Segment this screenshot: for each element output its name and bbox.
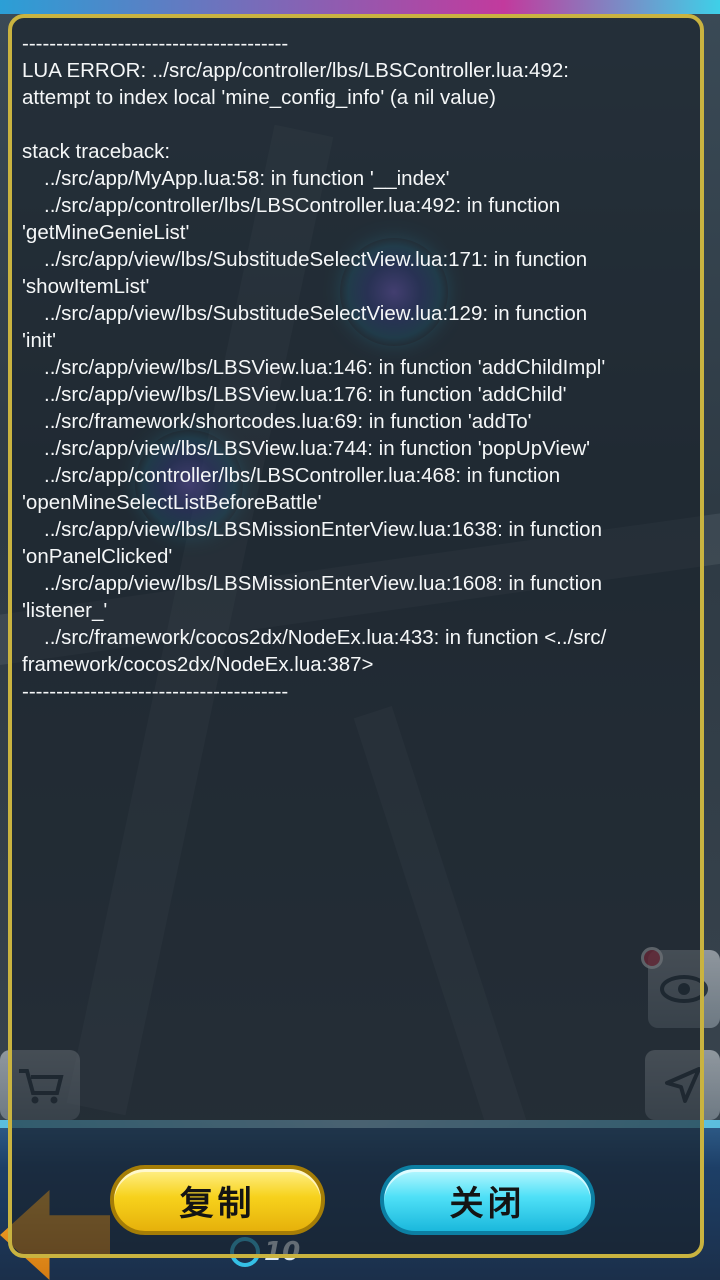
error-line: ../src/app/view/lbs/LBSMissionEnterView.… xyxy=(44,572,602,595)
error-line: LUA ERROR: ../src/app/controller/lbs/LBS… xyxy=(22,59,569,82)
error-line: stack traceback: xyxy=(22,140,171,163)
error-line xyxy=(22,111,690,138)
error-line: ../src/app/view/lbs/LBSView.lua:176: in … xyxy=(44,383,567,406)
error-line: --------------------------------------- xyxy=(22,680,289,703)
top-status-strip xyxy=(0,0,720,14)
error-line: framework/cocos2dx/NodeEx.lua:387> xyxy=(22,653,374,676)
error-line: ../src/app/view/lbs/LBSView.lua:744: in … xyxy=(44,437,591,460)
error-line: ../src/app/controller/lbs/LBSController.… xyxy=(44,464,561,487)
error-line: ../src/app/view/lbs/SubstitudeSelectView… xyxy=(44,248,588,271)
error-line: 'showItemList' xyxy=(22,275,150,298)
error-line: ../src/framework/cocos2dx/NodeEx.lua:433… xyxy=(44,626,607,649)
error-line: 'init' xyxy=(22,329,57,352)
error-line: ../src/app/controller/lbs/LBSController.… xyxy=(44,194,561,217)
copy-button[interactable]: 复制 xyxy=(110,1165,325,1235)
error-line: 'getMineGenieList' xyxy=(22,221,190,244)
error-line: 'openMineSelectListBeforeBattle' xyxy=(22,491,322,514)
error-line: --------------------------------------- xyxy=(22,32,289,55)
error-line: 'listener_' xyxy=(22,599,108,622)
error-line: ../src/app/view/lbs/LBSView.lua:146: in … xyxy=(44,356,606,379)
error-line: ../src/app/MyApp.lua:58: in function '__… xyxy=(44,167,450,190)
error-line: ../src/framework/shortcodes.lua:69: in f… xyxy=(44,410,532,433)
error-line: 'onPanelClicked' xyxy=(22,545,173,568)
error-message-text: --------------------------------------- L… xyxy=(22,30,690,705)
close-button[interactable]: 关闭 xyxy=(380,1165,595,1235)
error-line: ../src/app/view/lbs/LBSMissionEnterView.… xyxy=(44,518,602,541)
error-line: ../src/app/view/lbs/SubstitudeSelectView… xyxy=(44,302,588,325)
error-line: attempt to index local 'mine_config_info… xyxy=(22,86,496,109)
